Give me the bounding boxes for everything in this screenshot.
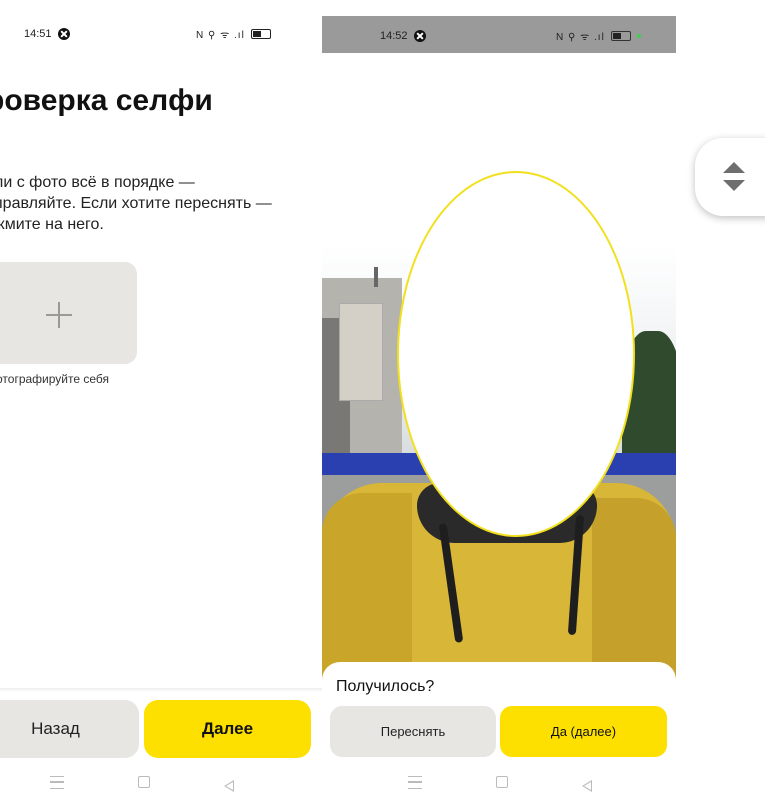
status-indicators-text: N ⚲ ᯤ .ıl bbox=[196, 30, 245, 41]
scroll-up-icon[interactable] bbox=[723, 162, 745, 173]
background-billboard bbox=[339, 303, 383, 401]
description-line: ли с фото всё в порядке — bbox=[0, 174, 195, 191]
menu-nav-icon bbox=[408, 776, 422, 789]
back-nav-icon bbox=[224, 780, 234, 792]
description-line: жмите на него. bbox=[0, 216, 104, 233]
status-dot-icon bbox=[636, 34, 641, 38]
next-button[interactable]: Далее bbox=[144, 700, 311, 758]
right-screen: 14:52 N ⚲ ᯤ .ıl Получилось? Переснять Да… bbox=[322, 16, 676, 800]
face-oval-mask bbox=[397, 171, 635, 537]
status-time: 14:52 bbox=[380, 30, 408, 42]
status-bar-right: 14:52 N ⚲ ᯤ .ıl bbox=[322, 16, 676, 53]
back-nav-icon bbox=[582, 780, 592, 792]
back-button[interactable]: Назад bbox=[0, 700, 139, 758]
sheet-question: Получилось? bbox=[336, 678, 435, 695]
left-screen: 14:51 N ⚲ ᯤ .ıl роверка селфи ли с фото … bbox=[0, 0, 322, 800]
plus-icon[interactable] bbox=[46, 302, 72, 328]
status-time-group: 14:52 bbox=[380, 28, 426, 44]
status-time: 14:51 bbox=[24, 28, 52, 40]
bottom-divider bbox=[0, 688, 322, 692]
confirm-button[interactable]: Да (далее) bbox=[500, 706, 667, 757]
status-bar-left: 14:51 bbox=[24, 26, 70, 42]
status-indicators: N ⚲ ᯤ .ıl bbox=[556, 28, 641, 44]
description: ли с фото всё в порядке — правляйте. Есл… bbox=[0, 172, 314, 235]
status-indicators-text: N ⚲ ᯤ .ıl bbox=[556, 32, 605, 43]
background-pole bbox=[374, 267, 378, 287]
page-title: роверка селфи bbox=[0, 84, 213, 117]
photo-tile-caption: отографируйте себя bbox=[0, 372, 110, 386]
retake-button[interactable]: Переснять bbox=[330, 706, 496, 757]
x-circle-icon bbox=[57, 28, 70, 40]
description-line: правляйте. Если хотите переснять — bbox=[0, 195, 272, 212]
scroll-handle[interactable] bbox=[695, 138, 765, 216]
battery-icon bbox=[610, 31, 631, 41]
home-nav-icon bbox=[138, 776, 150, 788]
battery-icon bbox=[250, 29, 271, 39]
camera-preview bbox=[322, 53, 676, 693]
home-nav-icon bbox=[496, 776, 508, 788]
x-circle-icon bbox=[413, 30, 426, 42]
scroll-down-icon[interactable] bbox=[723, 180, 745, 191]
status-indicators: N ⚲ ᯤ .ıl bbox=[196, 26, 271, 42]
menu-nav-icon bbox=[50, 776, 64, 789]
